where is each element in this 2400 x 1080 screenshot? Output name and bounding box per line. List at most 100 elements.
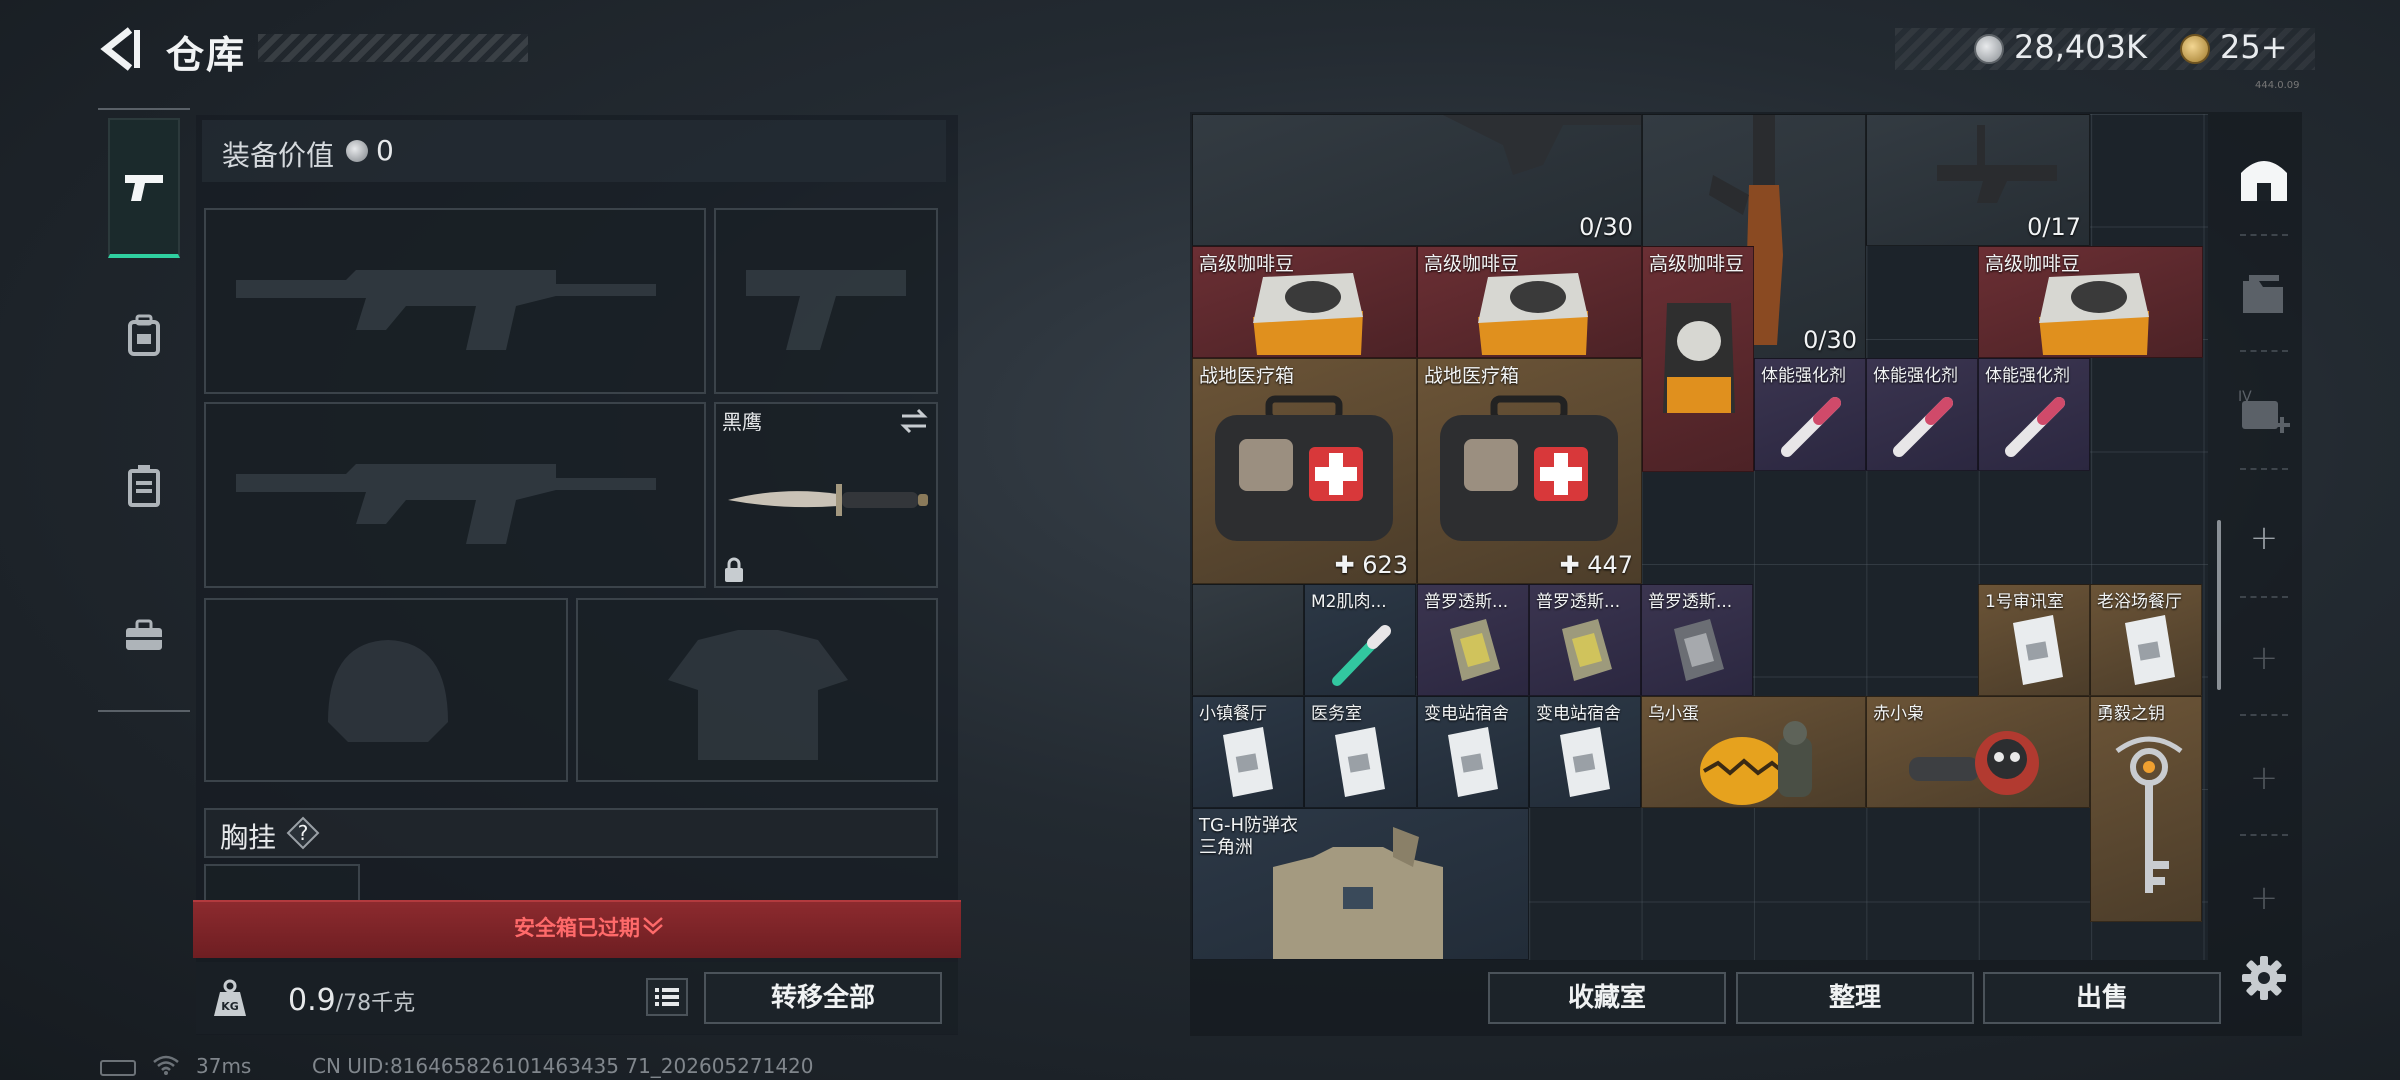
coffee-bag-icon	[2039, 273, 2149, 355]
coffee-bag-icon	[1663, 303, 1735, 413]
tab-weapons[interactable]	[108, 118, 180, 258]
storage-item-proteus[interactable]: 普罗透斯...	[1641, 584, 1753, 696]
side-divider	[2240, 234, 2288, 236]
storage-item-coffee[interactable]: 高级咖啡豆	[1417, 246, 1642, 358]
storage-item-coffee-tall[interactable]: 高级咖啡豆	[1642, 246, 1754, 472]
add-storage-button[interactable]: +	[2234, 508, 2294, 568]
storage-item-body-armor[interactable]: TG-H防弹衣 三角洲	[1192, 808, 1529, 960]
side-divider	[2240, 350, 2288, 352]
safebox-status-text: 安全箱已过期	[514, 916, 640, 940]
back-arrow-icon[interactable]	[96, 24, 146, 74]
medkit-icon	[1440, 395, 1618, 541]
lock-icon	[725, 557, 743, 582]
gear-icon[interactable]	[2238, 952, 2290, 1004]
add-storage-button[interactable]: +	[2234, 748, 2294, 808]
coffee-bag-icon	[1478, 273, 1588, 355]
storage-item-rifle[interactable]: 0/30	[1192, 114, 1642, 246]
storage-item-keycard[interactable]: 变电站宿舍	[1529, 696, 1641, 808]
storage-item-stimulant[interactable]: 体能强化剂	[1754, 358, 1866, 471]
knife-name: 黑鹰	[722, 410, 762, 434]
storage-item-collectible-egg[interactable]: 乌小蛋	[1641, 696, 1866, 808]
collection-room-button[interactable]: 收藏室	[1488, 972, 1726, 1024]
storage-page-main[interactable]	[2234, 148, 2294, 208]
armor-silhouette-icon	[668, 630, 848, 760]
storage-page-collection[interactable]	[2234, 264, 2294, 324]
storage-item-stimulant[interactable]: 体能强化剂	[1866, 358, 1978, 471]
storage-item-medkit[interactable]: 战地医疗箱 ✚ 447	[1417, 358, 1642, 584]
rifle-part-icon	[1443, 115, 1641, 175]
item-name: 1号审讯室	[1985, 592, 2064, 612]
storage-item-keycard[interactable]: 小镇餐厅	[1192, 696, 1304, 808]
medkit-icon	[1215, 395, 1393, 541]
key-icon	[2115, 736, 2183, 893]
uid-text: CN UID:816465826101463435 71_20260527142…	[312, 1054, 814, 1078]
primary-weapon-slot[interactable]	[204, 208, 706, 394]
title-decor-stripe	[258, 34, 528, 62]
transfer-all-button[interactable]: 转移全部	[704, 972, 942, 1024]
item-name: 小镇餐厅	[1199, 704, 1267, 724]
add-storage-button[interactable]: +	[2234, 868, 2294, 928]
storage-page-add-iv[interactable]: IV	[2234, 382, 2294, 442]
weight-display: 0.9/78千克	[288, 983, 415, 1018]
equipment-value-amount: 0	[376, 134, 394, 167]
storage-item-medkit[interactable]: 战地医疗箱 ✚ 623	[1192, 358, 1417, 584]
storage-item-keycard[interactable]: 医务室	[1304, 696, 1417, 808]
swap-icon[interactable]	[898, 408, 930, 434]
item-name: 勇毅之钥	[2097, 704, 2165, 724]
rifle-silhouette-icon	[236, 464, 656, 544]
storage-item-keycard[interactable]: 1号审讯室	[1978, 584, 2090, 696]
storage-item-smg[interactable]: 0/17	[1866, 114, 2090, 246]
storage-item-keycard[interactable]: 老浴场餐厅	[2090, 584, 2202, 696]
ticket-value[interactable]: 25+	[2220, 28, 2288, 66]
secondary-weapon-slot[interactable]	[204, 402, 706, 588]
knife-icon	[728, 484, 928, 516]
storage-grid[interactable]: 0/30 0/30 0/17 高级咖啡豆 高级咖啡豆 高级咖啡豆 高级咖啡豆 战…	[1192, 114, 2208, 960]
weight-current: 0.9	[288, 983, 336, 1018]
storage-item-proteus[interactable]: 普罗透斯...	[1417, 584, 1529, 696]
storage-item-m2-stim[interactable]: M2肌肉...	[1304, 584, 1416, 696]
pistol-silhouette-icon	[746, 270, 906, 350]
storage-item-coffee[interactable]: 高级咖啡豆	[1192, 246, 1417, 358]
ticket-coin-icon	[2180, 34, 2210, 64]
backpack-icon	[128, 314, 160, 356]
tab-backpack[interactable]	[108, 266, 180, 406]
rifle-silhouette-icon	[236, 270, 656, 350]
tab-safebox[interactable]	[108, 566, 180, 706]
svg-text:KG: KG	[221, 1000, 239, 1013]
money-value[interactable]: 28,403K	[2014, 28, 2147, 66]
help-icon[interactable]: ?	[286, 816, 320, 850]
armor-vest-icon	[1273, 827, 1443, 959]
chest-rig-slot[interactable]	[204, 864, 360, 904]
storage-item-stimulant[interactable]: 体能强化剂	[1978, 358, 2090, 471]
item-name: 战地医疗箱	[1199, 365, 1295, 387]
keycard-icon	[2125, 615, 2175, 685]
body-armor-slot[interactable]	[576, 598, 938, 782]
chevron-down-icon	[643, 917, 663, 935]
storage-scrollbar[interactable]	[2217, 520, 2221, 690]
storage-item-collectible-owl[interactable]: 赤小枭	[1866, 696, 2090, 808]
version-text: 444.0.09	[2255, 80, 2300, 91]
item-ammo-count: 0/30	[1803, 326, 1857, 354]
storage-item-proteus[interactable]: 普罗透斯...	[1529, 584, 1641, 696]
side-divider	[2240, 596, 2288, 598]
pistol-slot[interactable]	[714, 208, 938, 394]
storage-empty-cell[interactable]	[1192, 584, 1304, 696]
wifi-icon	[153, 1055, 179, 1075]
coffee-bag-icon	[1253, 273, 1363, 355]
arrange-button[interactable]: 整理	[1736, 972, 1974, 1024]
syringe-icon	[1781, 397, 1841, 457]
ping-text: 37ms	[196, 1054, 252, 1078]
side-divider	[2240, 468, 2288, 470]
add-storage-button[interactable]: +	[2234, 628, 2294, 688]
keycard-icon	[1448, 727, 1498, 797]
package-icon	[1674, 619, 1724, 681]
storage-item-coffee[interactable]: 高级咖啡豆	[1978, 246, 2203, 358]
item-name: 体能强化剂	[1761, 366, 1846, 386]
tab-chest-rig[interactable]	[108, 416, 180, 556]
storage-item-keycard[interactable]: 变电站宿舍	[1417, 696, 1529, 808]
list-view-button[interactable]	[646, 978, 688, 1016]
helmet-slot[interactable]	[204, 598, 568, 782]
sell-button[interactable]: 出售	[1983, 972, 2221, 1024]
expansion-case-icon: IV	[2238, 389, 2290, 433]
storage-item-key[interactable]: 勇毅之钥	[2090, 696, 2202, 922]
